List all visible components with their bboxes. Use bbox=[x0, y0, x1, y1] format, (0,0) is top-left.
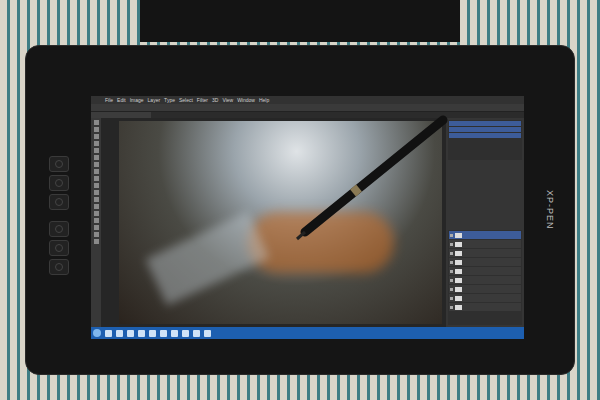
taskbar bbox=[91, 327, 524, 339]
tool-icon[interactable] bbox=[94, 218, 99, 223]
menu-item[interactable]: Type bbox=[164, 96, 175, 104]
menu-item[interactable]: Select bbox=[179, 96, 193, 104]
photo-scene: File Edit Image LayerType Select Filter 3D View… bbox=[0, 0, 600, 400]
menu-item[interactable]: File bbox=[105, 96, 113, 104]
express-key[interactable] bbox=[49, 240, 69, 256]
menu-bar: File Edit Image LayerType Select Filter 3D View… bbox=[91, 96, 524, 104]
menu-item[interactable]: Filter bbox=[197, 96, 208, 104]
tool-icon[interactable] bbox=[94, 162, 99, 167]
options-bar bbox=[91, 104, 524, 112]
layers-panel bbox=[448, 230, 522, 325]
layer-row[interactable] bbox=[449, 285, 521, 293]
start-icon[interactable] bbox=[93, 329, 101, 337]
tool-icon[interactable] bbox=[94, 169, 99, 174]
layer-row[interactable] bbox=[449, 267, 521, 275]
menu-item[interactable]: Image bbox=[130, 96, 144, 104]
express-keys bbox=[26, 46, 91, 374]
menu-item[interactable]: Help bbox=[259, 96, 269, 104]
express-key[interactable] bbox=[49, 156, 69, 172]
menu-item[interactable]: View bbox=[222, 96, 233, 104]
tool-icon[interactable] bbox=[94, 127, 99, 132]
tool-icon[interactable] bbox=[94, 239, 99, 244]
layer-row[interactable] bbox=[449, 240, 521, 248]
menu-item[interactable]: Layer bbox=[148, 96, 161, 104]
taskbar-app-icon[interactable] bbox=[105, 330, 112, 337]
express-key[interactable] bbox=[49, 259, 69, 275]
layer-row[interactable] bbox=[449, 294, 521, 302]
menu-item[interactable]: Edit bbox=[117, 96, 126, 104]
taskbar-app-icon[interactable] bbox=[116, 330, 123, 337]
tool-icon[interactable] bbox=[94, 197, 99, 202]
menu-item[interactable]: Window bbox=[237, 96, 255, 104]
menu-item[interactable]: 3D bbox=[212, 96, 218, 104]
express-key[interactable] bbox=[49, 194, 69, 210]
pen-display: File Edit Image LayerType Select Filter 3D View… bbox=[25, 45, 575, 375]
stylus-pen-icon bbox=[291, 114, 451, 244]
history-panel bbox=[448, 120, 522, 160]
tool-icon[interactable] bbox=[94, 225, 99, 230]
toolbar bbox=[91, 118, 101, 327]
layer-row[interactable] bbox=[449, 258, 521, 266]
right-bezel: XP-PEN bbox=[524, 46, 574, 374]
tool-icon[interactable] bbox=[94, 120, 99, 125]
top-strip bbox=[140, 0, 460, 42]
express-key[interactable] bbox=[49, 175, 69, 191]
express-key[interactable] bbox=[49, 221, 69, 237]
layer-row[interactable] bbox=[449, 249, 521, 257]
tool-icon[interactable] bbox=[94, 211, 99, 216]
tool-icon[interactable] bbox=[94, 204, 99, 209]
tool-icon[interactable] bbox=[94, 148, 99, 153]
taskbar-app-icon[interactable] bbox=[149, 330, 156, 337]
tool-icon[interactable] bbox=[94, 183, 99, 188]
tool-icon[interactable] bbox=[94, 232, 99, 237]
layer-row[interactable] bbox=[449, 303, 521, 311]
tool-icon[interactable] bbox=[94, 190, 99, 195]
taskbar-app-icon[interactable] bbox=[193, 330, 200, 337]
taskbar-app-icon[interactable] bbox=[204, 330, 211, 337]
canvas-area bbox=[101, 118, 446, 327]
taskbar-app-icon[interactable] bbox=[127, 330, 134, 337]
panels bbox=[446, 118, 524, 327]
taskbar-app-icon[interactable] bbox=[182, 330, 189, 337]
taskbar-app-icon[interactable] bbox=[160, 330, 167, 337]
tool-icon[interactable] bbox=[94, 155, 99, 160]
screen: File Edit Image LayerType Select Filter 3D View… bbox=[91, 96, 524, 339]
layer-row[interactable] bbox=[449, 231, 521, 239]
taskbar-app-icon[interactable] bbox=[171, 330, 178, 337]
taskbar-app-icon[interactable] bbox=[138, 330, 145, 337]
tool-icon[interactable] bbox=[94, 141, 99, 146]
tool-icon[interactable] bbox=[94, 176, 99, 181]
tool-icon[interactable] bbox=[94, 134, 99, 139]
brand-logo: XP-PEN bbox=[542, 190, 556, 230]
layer-row[interactable] bbox=[449, 276, 521, 284]
photo bbox=[119, 121, 442, 324]
